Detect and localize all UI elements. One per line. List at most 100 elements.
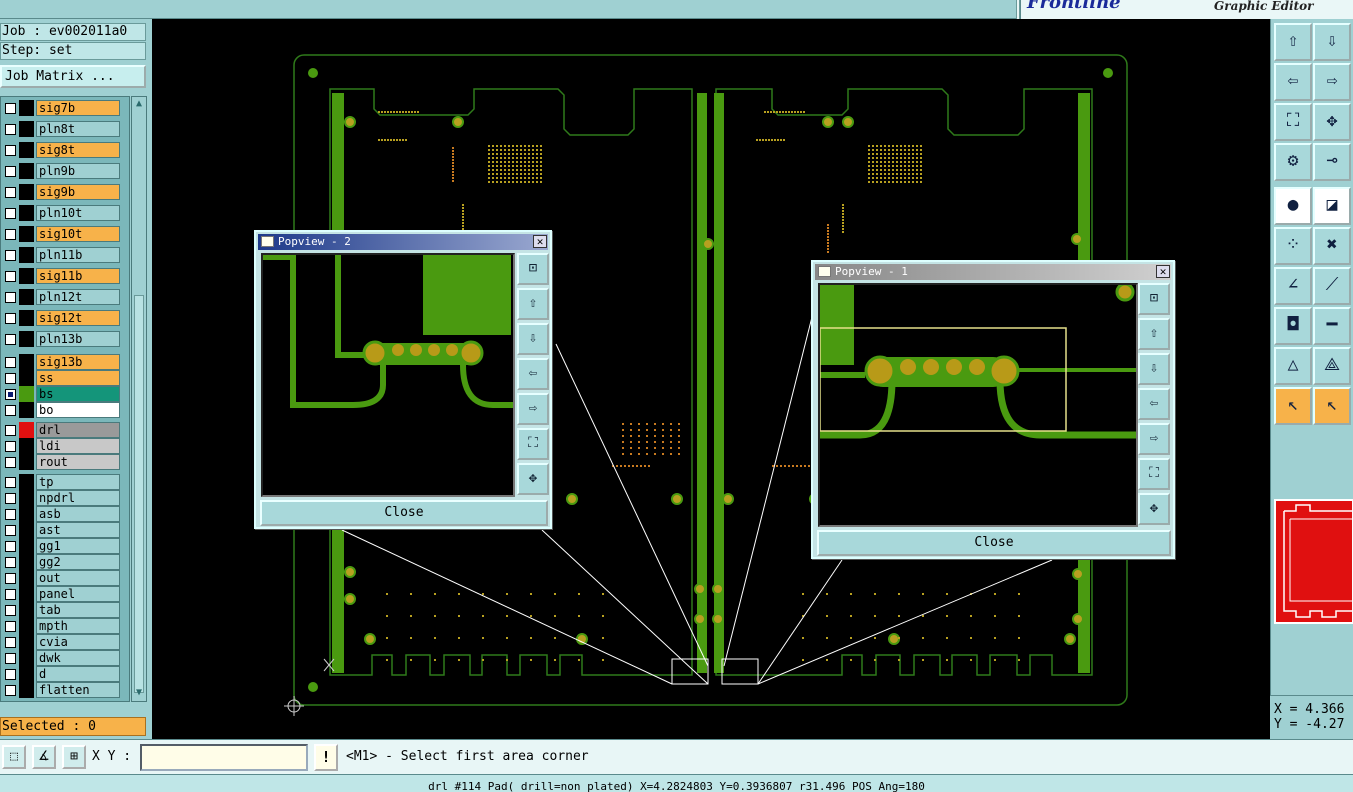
popview-1-viewport[interactable] xyxy=(818,283,1138,527)
layer-row-drl[interactable]: drl xyxy=(3,422,120,438)
popview-2-pan-left-icon[interactable]: ⇦ xyxy=(517,358,549,390)
triangle2-icon[interactable]: ⟁ xyxy=(1313,347,1351,385)
layer-name[interactable]: ldi xyxy=(36,438,120,454)
layer-row-pln12t[interactable]: pln12t xyxy=(3,289,120,305)
popview-1-window[interactable]: Popview - 1 ✕ ⊡ ⇧ ⇩ ⇦ ⇨ ⛶ ✥ Close xyxy=(811,260,1175,559)
layer-row-sig9b[interactable]: sig9b xyxy=(3,184,120,200)
highlight-icon[interactable]: ◪ xyxy=(1313,187,1351,225)
popview-1-zoom-in-icon[interactable]: ⊡ xyxy=(1138,283,1170,315)
popview-2-zoom-out-icon[interactable]: ⇧ xyxy=(517,288,549,320)
layer-row-pln13b[interactable]: pln13b xyxy=(3,331,120,347)
layer-checkbox[interactable] xyxy=(5,557,16,568)
layer-color-swatch[interactable] xyxy=(19,602,34,618)
layer-name[interactable]: flatten xyxy=(36,682,120,698)
popview-1-pan-down-icon[interactable]: ⇩ xyxy=(1138,353,1170,385)
layer-checkbox[interactable] xyxy=(5,425,16,436)
layer-name[interactable]: pln8t xyxy=(36,121,120,137)
layer-checkbox[interactable] xyxy=(5,292,16,303)
layer-checkbox[interactable] xyxy=(5,457,16,468)
layer-checkbox[interactable] xyxy=(5,637,16,648)
layer-color-swatch[interactable] xyxy=(19,618,34,634)
layer-checkbox[interactable] xyxy=(5,669,16,680)
layer-name[interactable]: pln12t xyxy=(36,289,120,305)
cross-icon[interactable]: ✖ xyxy=(1313,227,1351,265)
layer-checkbox[interactable] xyxy=(5,250,16,261)
popview-2-zoom-in-icon[interactable]: ⊡ xyxy=(517,253,549,285)
layer-checkbox[interactable] xyxy=(5,621,16,632)
layer-row-pln10t[interactable]: pln10t xyxy=(3,205,120,221)
layer-row-tp[interactable]: tp xyxy=(3,474,120,490)
layer-row-bs[interactable]: bs xyxy=(3,386,120,402)
layer-checkbox[interactable] xyxy=(5,541,16,552)
warning-button[interactable]: ! xyxy=(314,744,338,771)
layer-name[interactable]: pln9b xyxy=(36,163,120,179)
layer-color-swatch[interactable] xyxy=(19,268,34,284)
layer-color-swatch[interactable] xyxy=(19,454,34,470)
pointer-icon[interactable]: ↖ xyxy=(1274,387,1312,425)
pan-left-icon[interactable]: ⇦ xyxy=(1274,63,1312,101)
popview-1-close-button[interactable]: Close xyxy=(817,530,1171,556)
layer-row-sig10t[interactable]: sig10t xyxy=(3,226,120,242)
layer-name[interactable]: sig11b xyxy=(36,268,120,284)
angle-mode-icon[interactable]: ∡ xyxy=(32,745,56,769)
layer-row-bo[interactable]: bo xyxy=(3,402,120,418)
grid-mode-icon[interactable]: ⊞ xyxy=(62,745,86,769)
layer-color-swatch[interactable] xyxy=(19,289,34,305)
panel-preview[interactable] xyxy=(1274,499,1353,624)
layer-checkbox[interactable] xyxy=(5,405,16,416)
popview-1-pan-right-icon[interactable]: ⇨ xyxy=(1138,423,1170,455)
popview-1-fit-icon[interactable]: ⛶ xyxy=(1138,458,1170,490)
popview-2-window[interactable]: Popview - 2 ✕ ⊡ ⇧ ⇩ ⇦ ⇨ ⛶ ✥ Close xyxy=(254,230,552,529)
layer-name[interactable]: asb xyxy=(36,506,120,522)
layer-color-swatch[interactable] xyxy=(19,554,34,570)
pointer2-icon[interactable]: ↖ xyxy=(1313,387,1351,425)
layer-checkbox[interactable] xyxy=(5,589,16,600)
layer-name[interactable]: tab xyxy=(36,602,120,618)
layer-checkbox[interactable] xyxy=(5,124,16,135)
layer-row-ss[interactable]: ss xyxy=(3,370,120,386)
layer-name[interactable]: out xyxy=(36,570,120,586)
layer-color-swatch[interactable] xyxy=(19,163,34,179)
layer-color-swatch[interactable] xyxy=(19,370,34,386)
layer-name[interactable]: sig13b xyxy=(36,354,120,370)
popview-1-pan-left-icon[interactable]: ⇦ xyxy=(1138,388,1170,420)
layer-name[interactable]: rout xyxy=(36,454,120,470)
layer-row-out[interactable]: out xyxy=(3,570,120,586)
layer-color-swatch[interactable] xyxy=(19,121,34,137)
net-icon[interactable]: ⁘ xyxy=(1274,227,1312,265)
layer-row-sig13b[interactable]: sig13b xyxy=(3,354,120,370)
layer-name[interactable]: mpth xyxy=(36,618,120,634)
layer-color-swatch[interactable] xyxy=(19,386,34,402)
layer-checkbox[interactable] xyxy=(5,493,16,504)
layer-checkbox[interactable] xyxy=(5,573,16,584)
feature-icon[interactable]: ◘ xyxy=(1274,307,1312,345)
layer-row-ldi[interactable]: ldi xyxy=(3,438,120,454)
layer-checkbox[interactable] xyxy=(5,373,16,384)
layer-color-swatch[interactable] xyxy=(19,650,34,666)
popview-2-center-icon[interactable]: ✥ xyxy=(517,463,549,495)
layer-row-npdrl[interactable]: npdrl xyxy=(3,490,120,506)
scroll-up-icon[interactable]: ▲ xyxy=(133,98,145,110)
layer-name[interactable]: sig12t xyxy=(36,310,120,326)
xy-input[interactable] xyxy=(140,744,308,771)
layer-checkbox[interactable] xyxy=(5,605,16,616)
layer-checkbox[interactable] xyxy=(5,685,16,696)
layer-name[interactable]: bo xyxy=(36,402,120,418)
layer-checkbox[interactable] xyxy=(5,357,16,368)
layer-color-swatch[interactable] xyxy=(19,100,34,116)
layer-scrollbar[interactable]: ▲ ▼ xyxy=(131,96,147,702)
layer-color-swatch[interactable] xyxy=(19,586,34,602)
layer-name[interactable]: ss xyxy=(36,370,120,386)
layer-row-cvia[interactable]: cvia xyxy=(3,634,120,650)
snap-mode-icon[interactable]: ⬚ xyxy=(2,745,26,769)
layer-color-swatch[interactable] xyxy=(19,522,34,538)
layer-checkbox[interactable] xyxy=(5,229,16,240)
layer-color-swatch[interactable] xyxy=(19,490,34,506)
layer-name[interactable]: pln10t xyxy=(36,205,120,221)
triangle-icon[interactable]: △ xyxy=(1274,347,1312,385)
layer-color-swatch[interactable] xyxy=(19,682,34,698)
layer-color-swatch[interactable] xyxy=(19,184,34,200)
layer-color-swatch[interactable] xyxy=(19,310,34,326)
layer-row-ast[interactable]: ast xyxy=(3,522,120,538)
fit-icon[interactable]: ⛶ xyxy=(1274,103,1312,141)
